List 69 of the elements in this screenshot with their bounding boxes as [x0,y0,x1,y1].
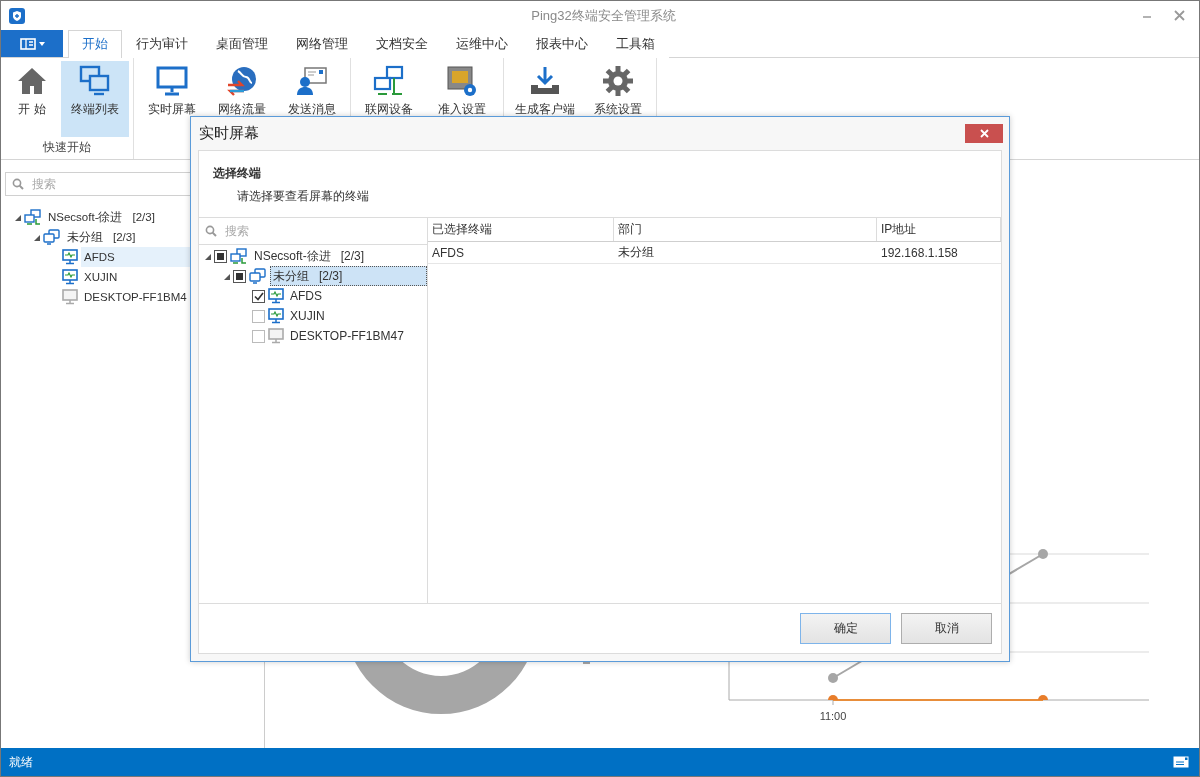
network-computers-icon [230,248,248,264]
expand-arrow-icon[interactable] [34,233,40,241]
tree-item[interactable]: DESKTOP-FF1BM4 [81,287,190,307]
online-monitor-icon [62,249,78,265]
online-monitor-icon [268,308,284,324]
monitor-icon [156,65,188,97]
tree-item[interactable]: XUJIN [81,267,121,287]
data-point [828,695,838,700]
app-menu-button[interactable] [1,30,63,57]
window-title: Ping32终端安全管理系统 [530,6,677,25]
tree-item[interactable]: XUJIN [287,306,328,326]
column-header[interactable]: 部门 [614,218,877,241]
network-port-gear-icon [446,65,478,97]
tree-item[interactable]: AFDS [287,286,325,306]
dialog-title: 实时屏幕 [199,124,259,143]
cancel-button[interactable]: 取消 [901,613,992,644]
online-monitor-icon [62,269,78,285]
offline-monitor-icon [268,328,284,344]
ribbon-button[interactable]: 准入设置 [425,61,499,137]
ribbon-button[interactable]: 开 始 [5,61,59,137]
axis-tick-label: 11:00 [819,710,847,722]
checkbox[interactable] [252,309,265,323]
data-point [1038,695,1048,700]
ok-button[interactable]: 确定 [800,613,891,644]
tree-item[interactable]: NSecsoft-徐进 [2/3] [45,207,158,227]
search-icon [12,178,24,190]
menu-tab[interactable]: 开始 [68,30,122,58]
online-monitor-icon [268,288,284,304]
column-header[interactable]: IP地址 [877,218,1001,241]
book-icon [19,37,36,50]
tree-item[interactable]: 未分组 [2/3] [270,266,427,286]
close-icon[interactable] [1174,10,1185,21]
globe-arrows-icon [226,65,258,97]
offline-monitor-icon [62,289,78,305]
shield-logo-icon [9,7,25,24]
message-icon[interactable] [1173,756,1189,768]
ribbon-button[interactable]: 终端列表 [61,61,129,137]
download-icon [529,65,561,97]
ribbon-button[interactable]: 发送消息 [278,61,346,137]
tree-item[interactable]: 未分组 [2/3] [64,227,139,247]
ribbon-button[interactable]: 联网设备 [355,61,423,137]
status-text: 就绪 [9,753,33,771]
table-cell-text: 未分组 [617,244,655,261]
close-icon [979,129,989,138]
checkbox[interactable] [252,329,265,343]
tree-item[interactable]: DESKTOP-FF1BM47 [287,326,407,346]
expand-arrow-icon[interactable] [15,213,21,221]
home-icon [16,65,48,97]
network-computers-icon [24,209,42,225]
monitors-icon [249,268,267,284]
ribbon-button[interactable]: 系统设置 [584,61,652,137]
monitors-icon [43,229,61,245]
network-devices-icon [373,65,405,97]
table-cell-text: 192.168.1.158 [880,244,959,262]
monitors-icon [78,65,112,97]
checkbox[interactable] [252,289,265,303]
group-label: 快速开始 [42,139,92,156]
expand-arrow-icon[interactable] [205,252,211,260]
column-header[interactable]: 已选择终端 [428,218,614,241]
close-button[interactable] [965,124,1003,143]
settings-icon [602,65,634,97]
ribbon-button[interactable]: 生成客户端 [508,61,582,137]
data-point [828,673,838,683]
table-cell-text: AFDS [431,244,465,262]
search-icon [205,225,217,237]
message-person-icon [296,65,328,97]
caret-icon [38,41,45,46]
expand-arrow-icon[interactable] [224,272,230,280]
data-point [1038,549,1048,559]
